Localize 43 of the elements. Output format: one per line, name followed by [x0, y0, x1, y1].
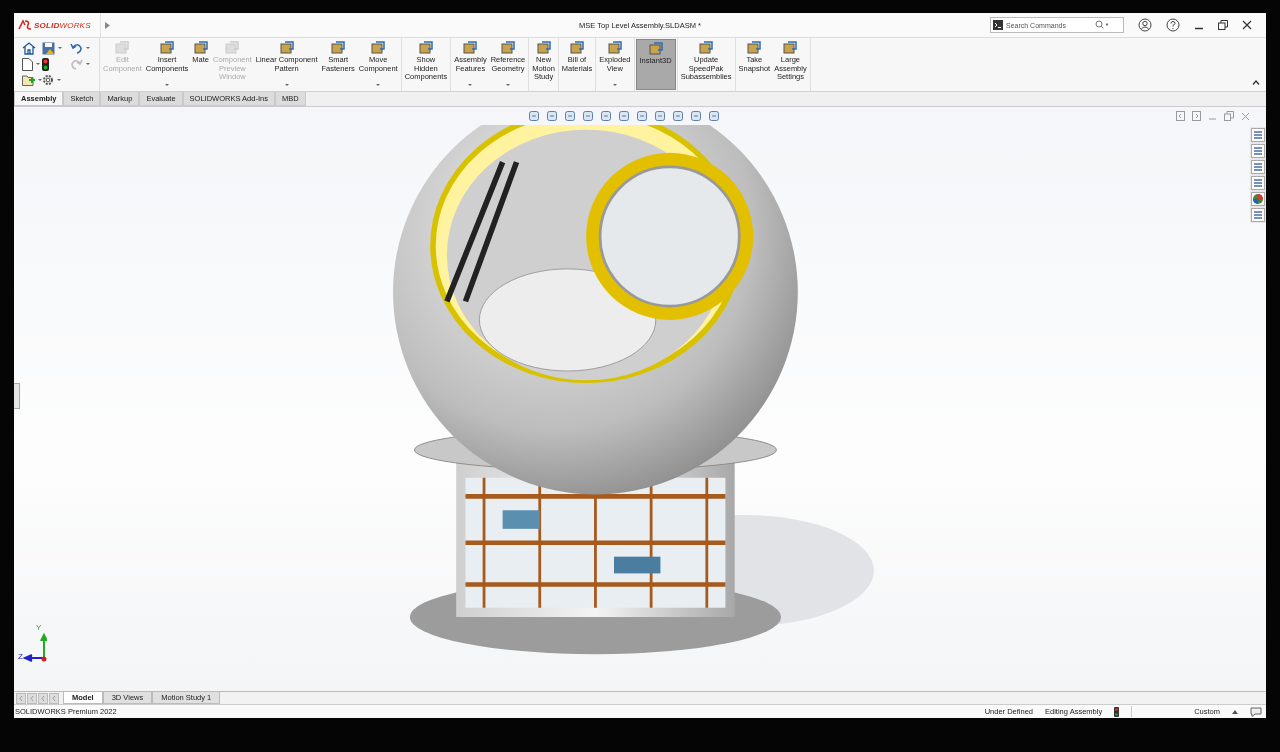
tool-icon — [783, 41, 798, 55]
axis-triad-icon — [23, 633, 47, 663]
tool-icon — [279, 41, 294, 55]
traffic-light-icon[interactable] — [42, 57, 49, 71]
save-icon[interactable] — [42, 41, 55, 55]
tool-icon — [371, 41, 386, 55]
tool-icon — [570, 41, 585, 55]
new-document-icon[interactable] — [22, 57, 33, 71]
caret-icon[interactable] — [1232, 709, 1238, 714]
axis-label: Z — [18, 653, 23, 661]
tool-icon — [607, 41, 622, 55]
tool-icon — [648, 42, 663, 56]
logo-icon — [18, 19, 32, 31]
collapse-ribbon-icon[interactable] — [1252, 80, 1260, 85]
tool-icon — [225, 41, 240, 55]
chat-bubble-icon[interactable] — [1250, 706, 1262, 717]
axis-label: Y — [36, 624, 42, 632]
tool-icon — [536, 41, 551, 55]
options-gear-icon[interactable] — [42, 74, 54, 86]
open-folder-icon[interactable] — [22, 74, 35, 86]
tool-icon — [193, 41, 208, 55]
tool-icon — [501, 41, 515, 55]
tool-icon — [699, 41, 714, 55]
panel-toggle-handle[interactable] — [14, 383, 20, 409]
tile-right-icon[interactable] — [1192, 111, 1201, 121]
close-icon[interactable] — [1242, 20, 1252, 30]
undo-icon[interactable] — [70, 42, 83, 54]
menu-arrow-icon[interactable] — [105, 21, 110, 29]
search-icon[interactable] — [1095, 20, 1109, 30]
command-prompt-icon — [993, 20, 1003, 30]
user-icon[interactable] — [1138, 18, 1152, 32]
help-icon[interactable] — [1166, 18, 1180, 32]
tool-icon — [160, 41, 175, 55]
tile-left-icon[interactable] — [1176, 111, 1185, 121]
rebuild-status-icon[interactable] — [1114, 706, 1120, 717]
app-logo: SOLIDWORKS — [34, 20, 91, 30]
tool-icon — [331, 41, 346, 55]
tool-icon — [418, 41, 433, 55]
tool-icon — [115, 41, 130, 55]
properties-icon[interactable] — [1251, 208, 1265, 222]
tool-icon — [747, 41, 762, 55]
tool-icon — [463, 41, 478, 55]
restore-icon[interactable] — [1218, 20, 1228, 30]
